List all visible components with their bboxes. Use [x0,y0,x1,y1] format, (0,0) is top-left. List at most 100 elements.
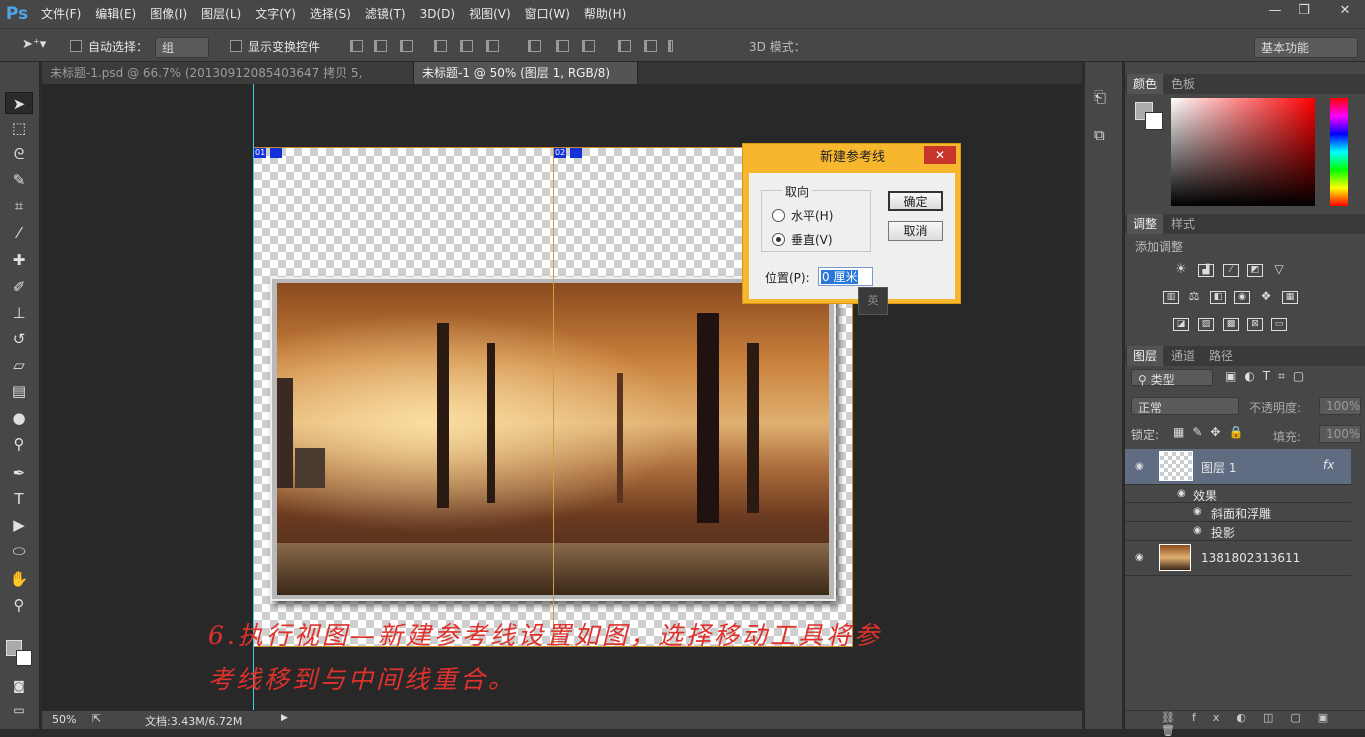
close-window-button[interactable]: ✕ [1328,0,1362,22]
auto-select-checkbox[interactable] [70,40,82,52]
align-top-icon[interactable] [350,40,363,52]
menu-type[interactable]: 文字(Y) [248,0,303,28]
hand-tool-icon[interactable]: ✋ [5,568,33,590]
lock-icons[interactable]: ▦✎✥🔒 [1173,425,1251,439]
posterize-icon[interactable]: ▨ [1198,318,1214,331]
tab-paths[interactable]: 路径 [1203,346,1239,366]
layer-filter-icons[interactable]: ▣◐T⌗▢ [1225,369,1312,384]
history-brush-tool-icon[interactable]: ↺ [5,328,33,350]
menu-filter[interactable]: 滤镜(T) [358,0,413,28]
hue-sat-icon[interactable]: ▥ [1163,291,1179,304]
distribute-hcenter-icon[interactable] [644,40,657,52]
tab-color[interactable]: 颜色 [1127,74,1164,94]
dialog-close-button[interactable]: ✕ [924,146,956,164]
tab-document-2[interactable]: 未标题-1 @ 50% (图层 1, RGB/8) *× [414,62,638,102]
marquee-tool-icon[interactable]: ⬚ [5,117,33,139]
curves-icon[interactable]: ⁄ [1223,264,1239,277]
exposure-icon[interactable]: ◩ [1247,264,1263,277]
menu-view[interactable]: 视图(V) [462,0,518,28]
tab-document-1[interactable]: 未标题-1.psd @ 66.7% (20130912085403647 拷贝 … [42,62,414,102]
align-vcenter-icon[interactable] [374,40,387,52]
zoom-tool-icon[interactable]: ⚲ [5,594,33,616]
channel-mixer-icon[interactable]: ❖ [1258,290,1274,304]
layer-row-layer1[interactable]: ◉ 图层 1 fx [1125,449,1351,485]
blend-mode-dropdown[interactable]: 正常 [1131,397,1239,415]
horizontal-radio[interactable] [772,209,785,222]
visibility-eye-icon[interactable]: ◉ [1135,552,1144,563]
crop-tool-icon[interactable]: ⌗ [5,195,33,217]
workspace-dropdown[interactable]: 基本功能 [1254,37,1358,58]
distribute-left-icon[interactable] [618,40,631,52]
guide-line-2[interactable] [553,147,554,647]
status-menu-arrow-icon[interactable]: ▶ [281,713,288,723]
selective-color-icon[interactable]: ▭ [1271,318,1287,331]
brush-tool-icon[interactable]: ✐ [5,276,33,298]
history-panel-icon[interactable]: ⎗ [1094,88,1106,106]
move-tool-preset-icon[interactable]: ➤⁺▾ [22,37,46,52]
pen-tool-icon[interactable]: ✒ [5,462,33,484]
color-balance-icon[interactable]: ⚖ [1186,290,1202,304]
tab-styles[interactable]: 样式 [1165,214,1201,234]
align-hcenter-icon[interactable] [460,40,473,52]
effect-row-shadow[interactable]: ◉ 投影 [1125,522,1351,541]
tab-adjustments[interactable]: 调整 [1127,214,1164,234]
restore-button[interactable]: ❐ [1290,0,1318,22]
healing-brush-tool-icon[interactable]: ✚ [5,249,33,271]
menu-file[interactable]: 文件(F) [34,0,88,28]
levels-icon[interactable]: ▟ [1198,264,1214,277]
align-left-icon[interactable] [434,40,447,52]
lasso-tool-icon[interactable]: ᘓ [5,143,33,165]
color-field[interactable] [1171,98,1315,206]
clone-stamp-tool-icon[interactable]: ⊥ [5,302,33,324]
move-tool-icon[interactable]: ➤ [5,92,33,114]
vibrance-icon[interactable]: ▽ [1271,263,1287,277]
3d-panel-icon[interactable]: ⧉ [1094,126,1105,144]
invert-icon[interactable]: ◪ [1173,318,1189,331]
type-tool-icon[interactable]: T [5,488,33,510]
gradient-tool-icon[interactable]: ▤ [5,380,33,402]
menu-window[interactable]: 窗口(W) [518,0,577,28]
position-input[interactable]: 0 厘米 [818,267,873,286]
share-icon[interactable]: ⇱ [92,712,101,725]
quick-select-tool-icon[interactable]: ✎ [5,169,33,191]
distribute-top-icon[interactable] [528,40,541,52]
brightness-icon[interactable]: ☀ [1173,263,1189,277]
hue-slider[interactable] [1330,98,1348,206]
align-right-icon[interactable] [486,40,499,52]
eyedropper-tool-icon[interactable]: ⁄ [5,222,33,244]
opacity-input[interactable]: 100% [1319,397,1361,415]
cancel-button[interactable]: 取消 [888,221,943,241]
menu-image[interactable]: 图像(I) [143,0,194,28]
auto-select-dropdown[interactable]: 组 [155,37,209,58]
layers-footer-icons[interactable]: ⛓fx◐◫▢▣🗑 [1125,710,1365,737]
screen-mode-icon[interactable]: ▭ [5,699,33,721]
align-bottom-icon[interactable] [400,40,413,52]
minimize-button[interactable]: — [1261,0,1289,22]
visibility-eye-icon[interactable]: ◉ [1177,488,1186,499]
menu-select[interactable]: 选择(S) [303,0,358,28]
visibility-eye-icon[interactable]: ◉ [1193,525,1202,536]
background-color-swatch[interactable] [16,650,32,666]
layer-filter-dropdown[interactable]: ⚲ 类型 [1131,369,1213,387]
tab-swatches[interactable]: 色板 [1165,74,1201,94]
zoom-level[interactable]: 50% [52,713,76,726]
quick-mask-icon[interactable]: ◙ [5,675,33,697]
menu-3d[interactable]: 3D(D) [413,0,462,28]
color-lookup-icon[interactable]: ▦ [1282,291,1298,304]
dodge-tool-icon[interactable]: ⚲ [5,433,33,455]
effects-row[interactable]: ◉ 效果 [1125,485,1351,503]
ellipse-tool-icon[interactable]: ⬭ [5,540,33,562]
fx-icon[interactable]: fx [1323,458,1334,472]
bg-color-swatch[interactable] [1145,112,1163,130]
eraser-tool-icon[interactable]: ▱ [5,354,33,376]
blur-tool-icon[interactable]: ● [5,407,33,429]
tab-channels[interactable]: 通道 [1165,346,1201,366]
distribute-bottom-icon[interactable] [582,40,595,52]
menu-layer[interactable]: 图层(L) [194,0,248,28]
visibility-eye-icon[interactable]: ◉ [1193,506,1202,517]
distribute-right-icon[interactable] [668,40,673,52]
fill-input[interactable]: 100% [1319,425,1361,443]
ok-button[interactable]: 确定 [888,191,943,211]
vertical-radio[interactable] [772,233,785,246]
visibility-eye-icon[interactable]: ◉ [1135,461,1144,472]
